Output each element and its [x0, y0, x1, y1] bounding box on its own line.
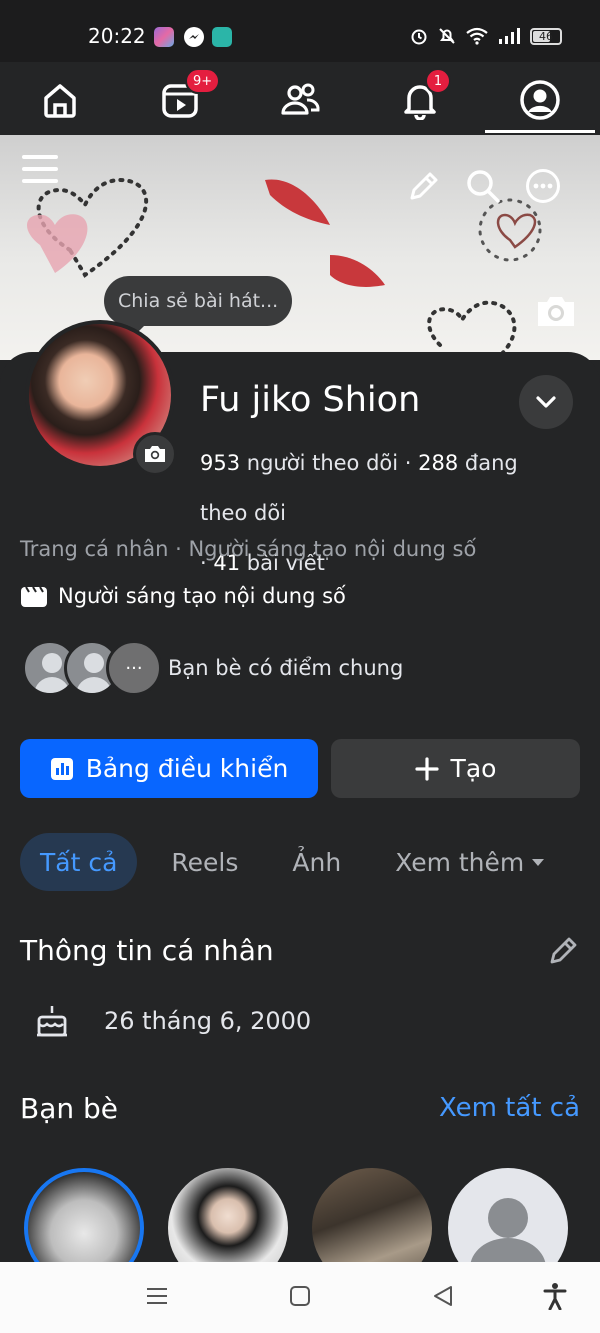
- chevron-down-icon: [536, 396, 556, 408]
- default-avatar-icon: [470, 1198, 546, 1262]
- profile-tabs: Tất cả Reels Ảnh Xem thêm: [20, 833, 580, 891]
- top-navigation: 9+ 1: [0, 62, 600, 134]
- following-count: 288: [418, 451, 459, 475]
- clapperboard-icon: [21, 586, 47, 607]
- tab-photos[interactable]: Ảnh: [272, 833, 361, 891]
- avatar-camera-button[interactable]: [133, 432, 177, 476]
- recent-apps-icon[interactable]: [145, 1284, 169, 1308]
- friend-avatar[interactable]: [24, 1168, 144, 1262]
- friends-icon: [281, 83, 320, 115]
- status-bar: 20:22 46: [0, 0, 600, 62]
- birthday-text: 26 tháng 6, 2000: [104, 1007, 312, 1035]
- tab-all[interactable]: Tất cả: [20, 833, 138, 891]
- tooltip-text: Chia sẻ bài hát...: [118, 290, 279, 312]
- about-title: Thông tin cá nhân: [20, 934, 274, 967]
- profile-switch-button[interactable]: [519, 375, 573, 429]
- friends-title: Bạn bè: [20, 1092, 119, 1125]
- mutual-friends-label: Bạn bè có điểm chung: [168, 656, 404, 680]
- menu-icon[interactable]: [22, 153, 58, 185]
- friend-avatar[interactable]: [448, 1168, 568, 1262]
- active-tab-indicator: [485, 130, 595, 133]
- gallery-app-icon: [154, 27, 174, 47]
- creator-label: Người sáng tạo nội dung số: [58, 584, 346, 608]
- followers-count: 953: [200, 451, 241, 475]
- friend-avatar[interactable]: [312, 1168, 432, 1262]
- more-options-icon[interactable]: [525, 168, 561, 204]
- tab-profile[interactable]: [485, 70, 595, 130]
- alarm-icon: [411, 29, 427, 45]
- profile-stats: 953 người theo dõi · 288 đang theo dõi ·…: [200, 451, 518, 575]
- birthday-row: 26 tháng 6, 2000: [34, 1003, 311, 1039]
- reels-badge: 9+: [185, 68, 221, 94]
- battery-icon: 46: [530, 27, 562, 45]
- edit-icon[interactable]: [407, 169, 441, 203]
- tab-friends[interactable]: [245, 70, 355, 130]
- mutual-friend-more: ···: [106, 640, 162, 696]
- birthday-cake-icon: [37, 1006, 67, 1037]
- battery-level: 46: [539, 29, 553, 43]
- dashboard-button[interactable]: Bảng điều khiển: [20, 739, 318, 798]
- friend-avatar[interactable]: [168, 1168, 288, 1262]
- cover-camera-icon[interactable]: [535, 293, 577, 329]
- system-navigation-bar: [0, 1262, 600, 1333]
- accessibility-icon[interactable]: [543, 1282, 567, 1310]
- search-icon[interactable]: [466, 169, 500, 203]
- create-button[interactable]: Tạo: [331, 739, 580, 798]
- status-time: 20:22: [88, 24, 146, 48]
- chat-app-icon: [212, 27, 232, 47]
- notifications-badge: 1: [425, 68, 451, 94]
- see-more-label: Xem thêm: [395, 847, 525, 877]
- camera-icon: [145, 446, 165, 462]
- wifi-icon: [466, 27, 488, 45]
- profile-category: Trang cá nhân · Người sáng tạo nội dung …: [20, 537, 477, 561]
- followers-label: người theo dõi: [246, 451, 399, 475]
- edit-about-icon[interactable]: [548, 934, 580, 966]
- creator-badge: Người sáng tạo nội dung số: [20, 584, 346, 608]
- dashboard-label: Bảng điều khiển: [85, 754, 289, 783]
- create-label: Tạo: [450, 754, 497, 783]
- tab-notifications[interactable]: [365, 70, 475, 130]
- tab-reels-content[interactable]: Reels: [151, 833, 258, 891]
- profile-name: Fu jiko Shion: [200, 380, 421, 420]
- caret-down-icon: [532, 859, 545, 866]
- signal-icon: [499, 28, 520, 44]
- status-icons: 46: [410, 27, 562, 45]
- share-song-tooltip[interactable]: Chia sẻ bài hát...: [104, 276, 293, 335]
- messenger-icon: [184, 27, 204, 47]
- plus-icon: [414, 756, 439, 781]
- profile-icon: [520, 80, 560, 120]
- followers-stat[interactable]: 953 người theo dõi: [200, 451, 398, 475]
- back-icon[interactable]: [431, 1284, 455, 1308]
- see-all-friends-link[interactable]: Xem tất cả: [439, 1093, 580, 1123]
- tab-home[interactable]: [5, 70, 115, 130]
- friends-grid: [24, 1168, 584, 1262]
- mutual-friends[interactable]: ··· Bạn bè có điểm chung: [22, 640, 403, 696]
- dashboard-icon: [50, 757, 73, 780]
- home-icon: [44, 84, 76, 118]
- mute-icon: [439, 28, 455, 44]
- home-system-icon[interactable]: [288, 1284, 312, 1308]
- tab-see-more[interactable]: Xem thêm: [375, 833, 566, 891]
